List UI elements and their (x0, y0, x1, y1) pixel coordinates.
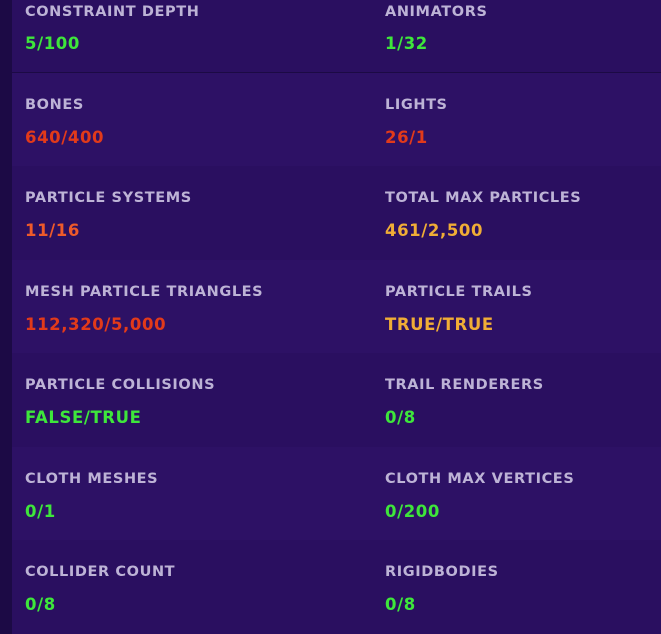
stat-cloth-max-vertices: CLOTH MAX VERTICES 0/200 (385, 447, 661, 541)
stat-value: 640/400 (25, 128, 105, 147)
stat-lights: LIGHTS 26/1 (385, 73, 661, 167)
stat-label: LIGHTS (385, 97, 448, 113)
stat-label: TOTAL MAX PARTICLES (385, 190, 582, 206)
stat-label: PARTICLE SYSTEMS (25, 190, 192, 206)
stat-label: RIGIDBODIES (385, 564, 499, 580)
stat-value: TRUE/TRUE (385, 315, 494, 334)
stat-row-particle-systems: PARTICLE SYSTEMS 11/16 TOTAL MAX PARTICL… (12, 166, 661, 260)
stat-row-collider-count: COLLIDER COUNT 0/8 RIGIDBODIES 0/8 (12, 540, 661, 634)
stat-value: 1/32 (385, 34, 428, 53)
stat-total-max-particles: TOTAL MAX PARTICLES 461/2,500 (385, 166, 661, 260)
stat-bones: BONES 640/400 (25, 73, 385, 167)
stat-particle-trails: PARTICLE TRAILS TRUE/TRUE (385, 260, 661, 354)
stat-cloth-meshes: CLOTH MESHES 0/1 (25, 447, 385, 541)
stat-value: 0/8 (385, 595, 416, 614)
stat-label: CLOTH MESHES (25, 471, 159, 487)
stat-label: MESH PARTICLE TRIANGLES (25, 284, 264, 300)
stat-label: CLOTH MAX VERTICES (385, 471, 575, 487)
stat-label: PARTICLE TRAILS (385, 284, 533, 300)
stat-value: 0/8 (25, 595, 56, 614)
stat-value: 26/1 (385, 128, 428, 147)
stat-value: 112,320/5,000 (25, 315, 167, 334)
stat-value: 11/16 (25, 221, 80, 240)
stat-rigidbodies: RIGIDBODIES 0/8 (385, 540, 661, 634)
stat-value: 0/8 (385, 408, 416, 427)
stat-constraint-depth: CONSTRAINT DEPTH 5/100 (25, 0, 385, 72)
stat-value: 0/1 (25, 502, 56, 521)
stat-collider-count: COLLIDER COUNT 0/8 (25, 540, 385, 634)
stat-label: PARTICLE COLLISIONS (25, 377, 216, 393)
stat-row-mesh-particle-triangles: MESH PARTICLE TRIANGLES 112,320/5,000 PA… (12, 260, 661, 354)
stat-row-bones: BONES 640/400 LIGHTS 26/1 (12, 73, 661, 167)
stat-value: FALSE/TRUE (25, 408, 142, 427)
stat-row-constraint-depth: CONSTRAINT DEPTH 5/100 ANIMATORS 1/32 (12, 0, 661, 72)
stat-animators: ANIMATORS 1/32 (385, 0, 661, 72)
stat-value: 5/100 (25, 34, 80, 53)
performance-stats-panel: CONSTRAINT DEPTH 5/100 ANIMATORS 1/32 BO… (12, 0, 661, 634)
stat-particle-collisions: PARTICLE COLLISIONS FALSE/TRUE (25, 353, 385, 447)
stat-row-particle-collisions: PARTICLE COLLISIONS FALSE/TRUE TRAIL REN… (12, 353, 661, 447)
stat-particle-systems: PARTICLE SYSTEMS 11/16 (25, 166, 385, 260)
stat-value: 0/200 (385, 502, 440, 521)
stat-label: ANIMATORS (385, 4, 488, 20)
stat-label: COLLIDER COUNT (25, 564, 176, 580)
stat-row-cloth-meshes: CLOTH MESHES 0/1 CLOTH MAX VERTICES 0/20… (12, 447, 661, 541)
stat-trail-renderers: TRAIL RENDERERS 0/8 (385, 353, 661, 447)
stat-label: TRAIL RENDERERS (385, 377, 544, 393)
stat-label: CONSTRAINT DEPTH (25, 4, 200, 20)
stat-value: 461/2,500 (385, 221, 484, 240)
stat-mesh-particle-triangles: MESH PARTICLE TRIANGLES 112,320/5,000 (25, 260, 385, 354)
stat-label: BONES (25, 97, 84, 113)
